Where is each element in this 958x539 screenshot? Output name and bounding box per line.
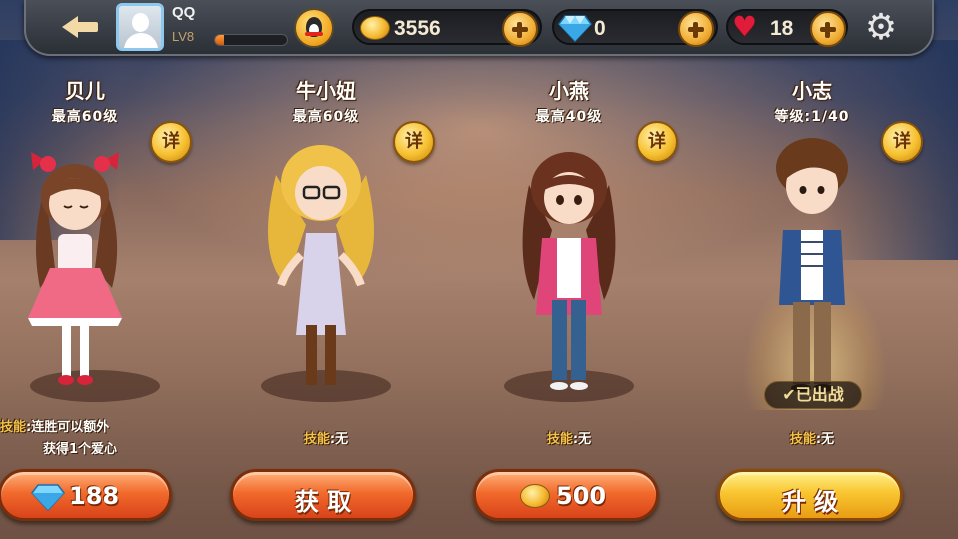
character-xiaozhi-figure (776, 138, 848, 392)
detail-button[interactable]: 详 (393, 121, 435, 163)
buy-with-gems-button[interactable]: 188 (0, 469, 172, 521)
character-name: 小志 (792, 79, 832, 103)
character-name: 小燕 (549, 79, 589, 103)
xp-progress-fill (215, 35, 224, 45)
player-avatar[interactable] (116, 3, 164, 51)
character-skill: 技能:无 (546, 432, 592, 447)
heart-value: 18 (770, 17, 794, 40)
character-skill: 技能:无 (303, 432, 349, 447)
gold-coin-icon (360, 16, 390, 40)
qq-penguin-icon[interactable] (294, 8, 334, 48)
character-xiaoyan-figure (522, 152, 616, 390)
coin-value: 3556 (394, 17, 441, 40)
detail-button[interactable]: 详 (881, 121, 923, 163)
upgrade-label: 升 级 (781, 488, 839, 516)
player-level: LV8 (172, 29, 195, 44)
coin-counter: 3556 (352, 9, 542, 47)
deployed-status-badge: ✔已出战 (764, 381, 862, 409)
add-hearts-button[interactable] (810, 11, 846, 47)
heart-icon: ♥ (732, 10, 758, 43)
upgrade-button[interactable]: 升 级 (717, 469, 903, 521)
character-skill: 技能:连胜可以额外 (0, 420, 110, 435)
character-niuxiaoniu-figure (268, 145, 374, 385)
obtain-label: 获 取 (294, 488, 352, 516)
add-coins-button[interactable] (502, 11, 538, 47)
character-beier-figure (28, 152, 122, 385)
coin-price: 500 (556, 482, 607, 510)
character-name: 贝儿 (65, 79, 105, 103)
gem-value: 0 (594, 17, 606, 40)
xp-progress-bar (214, 34, 288, 46)
player-name: QQ (172, 4, 196, 21)
character-name: 牛小妞 (296, 79, 356, 103)
default-avatar-icon (132, 13, 149, 32)
buy-with-coins-button[interactable]: 500 (473, 469, 659, 521)
diamond-icon (558, 15, 592, 42)
add-gems-button[interactable] (678, 11, 714, 47)
gem-price: 188 (69, 482, 120, 510)
heart-counter: ♥ 18 (726, 9, 848, 47)
gear-icon[interactable]: ⚙ (862, 9, 900, 47)
diamond-icon (31, 484, 65, 511)
back-button[interactable] (62, 12, 102, 42)
gem-counter: 0 (552, 9, 718, 47)
detail-button[interactable]: 详 (150, 121, 192, 163)
obtain-button[interactable]: 获 取 (230, 469, 416, 521)
character-skill: 技能:无 (789, 432, 835, 447)
gold-coin-icon (520, 484, 550, 508)
